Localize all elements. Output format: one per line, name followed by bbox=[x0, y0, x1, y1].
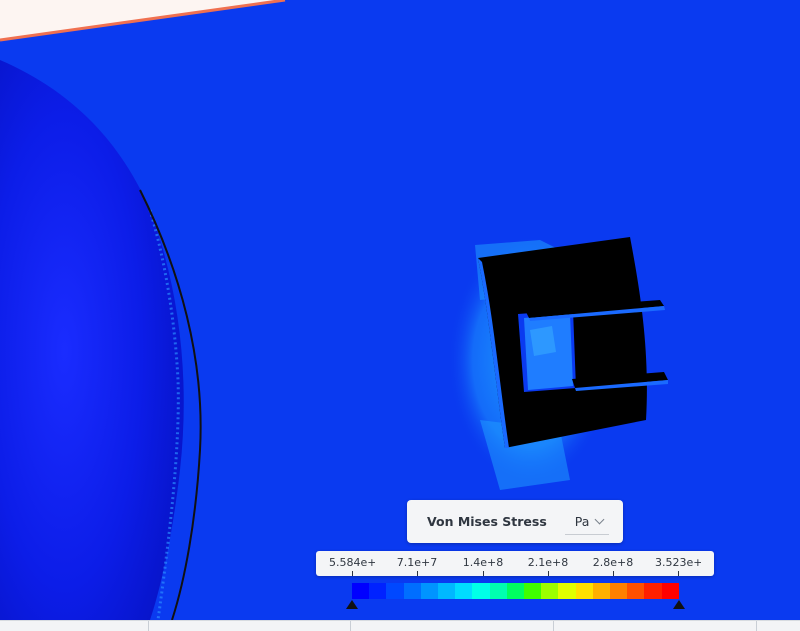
legend-label: 2.1e+8 bbox=[527, 556, 569, 569]
legend-color-band bbox=[575, 583, 593, 599]
legend-color-band bbox=[506, 583, 525, 599]
legend-min-handle[interactable] bbox=[346, 600, 358, 609]
legend-label: 2.8e+8 bbox=[592, 556, 634, 569]
legend-color-band bbox=[455, 583, 473, 599]
legend-color-band bbox=[420, 583, 439, 599]
legend-color-band bbox=[352, 583, 370, 599]
legend-color-band bbox=[558, 583, 576, 599]
chevron-down-icon bbox=[594, 514, 605, 524]
legend-tick bbox=[417, 571, 418, 576]
legend-color-band bbox=[627, 583, 645, 599]
3d-viewport[interactable] bbox=[0, 0, 800, 620]
bottom-toolbar-strip bbox=[0, 620, 800, 631]
legend-colorbar bbox=[352, 583, 679, 599]
legend-color-band bbox=[524, 583, 542, 599]
legend-color-band bbox=[610, 583, 628, 599]
legend-color-band bbox=[403, 583, 421, 599]
unit-select[interactable]: Pa bbox=[564, 509, 609, 535]
legend-color-band bbox=[644, 583, 662, 599]
result-quantity-label: Von Mises Stress bbox=[427, 514, 547, 529]
legend-tick bbox=[483, 571, 484, 576]
bracket-window-highlight bbox=[530, 326, 556, 356]
legend-color-band bbox=[661, 583, 679, 599]
result-quantity-panel: Von Mises Stress Pa bbox=[407, 500, 623, 543]
legend-color-band bbox=[386, 583, 404, 599]
stress-contour-render bbox=[0, 0, 800, 620]
unit-value: Pa bbox=[574, 513, 590, 529]
legend-tick bbox=[678, 571, 679, 576]
legend-max-handle[interactable] bbox=[673, 600, 685, 609]
legend-tick-labels: 5.584e+5 7.1e+7 1.4e+8 2.1e+8 2.8e+8 3.5… bbox=[316, 551, 714, 576]
legend-color-band bbox=[438, 583, 456, 599]
legend-color-band bbox=[592, 583, 611, 599]
legend-tick bbox=[548, 571, 549, 576]
legend-label-max: 3.523e+8 bbox=[655, 556, 701, 569]
legend-tick bbox=[352, 571, 353, 576]
legend-color-band bbox=[369, 583, 387, 599]
legend-tick bbox=[613, 571, 614, 576]
legend-label: 7.1e+7 bbox=[396, 556, 438, 569]
legend-color-band bbox=[472, 583, 490, 599]
legend-color-band bbox=[541, 583, 559, 599]
legend-label: 1.4e+8 bbox=[462, 556, 504, 569]
legend-label-min: 5.584e+5 bbox=[329, 556, 375, 569]
legend-color-band bbox=[489, 583, 507, 599]
